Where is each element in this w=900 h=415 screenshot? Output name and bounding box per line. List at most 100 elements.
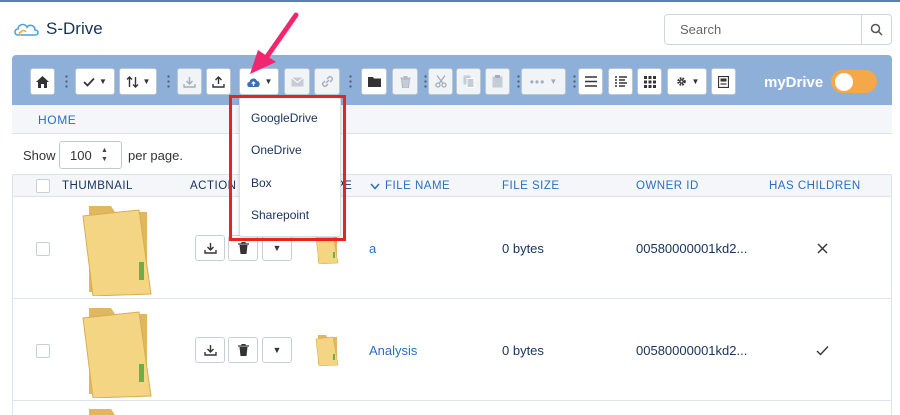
link-button[interactable] (314, 68, 340, 95)
toolbar-grip (65, 74, 68, 90)
show-label: Show (23, 148, 56, 163)
per-page-suffix: per page. (128, 148, 183, 163)
toolbar-grip (349, 74, 352, 90)
folder-type-icon (315, 335, 339, 366)
check-icon (83, 77, 95, 87)
home-button[interactable] (30, 68, 55, 95)
per-page-value: 100 (70, 148, 92, 163)
table-row[interactable]: ▼ a 0 bytes 00580000001kd2... (13, 197, 891, 299)
download-icon (203, 345, 217, 356)
search-box (664, 14, 892, 45)
toolbar-grip (517, 74, 520, 90)
stepper-arrows-icon[interactable]: ▲ ▼ (101, 146, 108, 164)
file-name-link[interactable]: a (369, 241, 376, 256)
breadcrumb: HOME (12, 105, 892, 134)
copy-icon (463, 75, 474, 88)
clipboard-icon (492, 75, 503, 88)
table-header: THUMBNAIL ACTION PE FILE NAME FILE SIZE … (13, 174, 891, 197)
folder-thumbnail-icon (89, 409, 115, 415)
chevron-down-icon: ▼ (272, 242, 282, 253)
chevron-down-icon: ▼ (272, 344, 282, 355)
annotation-arrow-icon (250, 12, 299, 74)
new-folder-button[interactable] (361, 68, 387, 95)
owner-id: 00580000001kd2... (636, 241, 748, 256)
download-icon (203, 243, 217, 254)
app-title: S-Drive (46, 19, 103, 38)
preview-button[interactable] (711, 68, 736, 95)
folder-thumbnail-icon (82, 206, 152, 296)
chevron-down-icon: ▼ (549, 76, 558, 86)
chevron-down-icon: ▼ (142, 76, 151, 86)
copy-button[interactable] (456, 68, 481, 95)
table-row[interactable] (13, 401, 891, 415)
mydrive-label: myDrive (764, 74, 824, 91)
download-icon (183, 76, 196, 88)
col-thumbnail: THUMBNAIL (62, 180, 133, 192)
cloud-logo-icon (14, 23, 39, 36)
breadcrumb-home[interactable]: HOME (38, 113, 76, 127)
list-view-button[interactable] (578, 68, 603, 95)
toolbar-grip (167, 74, 170, 90)
folder-icon (367, 77, 381, 87)
row-checkbox[interactable] (36, 344, 50, 358)
sort-menu-button[interactable]: ▼ (119, 68, 157, 95)
check-icon (816, 346, 829, 356)
search-icon (870, 23, 883, 36)
select-menu-button[interactable]: ▼ (75, 68, 115, 95)
mydrive-toggle[interactable] (831, 70, 877, 93)
grid-icon (643, 75, 656, 88)
col-file-name[interactable]: FILE NAME (385, 180, 450, 192)
table-row[interactable]: ▼ Analysis 0 bytes 00580000001kd2... (13, 299, 891, 401)
envelope-icon (290, 76, 304, 86)
paste-button[interactable] (485, 68, 510, 95)
delete-button[interactable] (392, 68, 418, 95)
row-menu-button[interactable]: ▼ (262, 337, 292, 363)
more-actions-button[interactable]: ••• ▼ (521, 68, 566, 95)
scissors-icon (434, 75, 447, 88)
per-page-select[interactable]: 100 ▲ ▼ (59, 141, 122, 169)
select-all-checkbox[interactable] (36, 179, 50, 193)
toolbar: ▼ ▼ ▼ ••• ▼ ▼ myDrive (12, 55, 892, 105)
toolbar-grip (424, 74, 427, 90)
toolbar-grip (573, 74, 576, 90)
trash-icon (237, 344, 249, 356)
file-name-link[interactable]: Analysis (369, 343, 417, 358)
chevron-down-icon: ▼ (691, 76, 700, 86)
cloud-upload-icon (246, 77, 260, 87)
sort-desc-icon (370, 183, 380, 190)
search-button[interactable] (861, 15, 891, 44)
preview-icon (718, 75, 729, 88)
file-size: 0 bytes (502, 343, 544, 358)
detail-view-button[interactable] (608, 68, 633, 95)
settings-menu-button[interactable]: ▼ (667, 68, 707, 95)
detail-list-icon (614, 76, 627, 87)
more-icon: ••• (529, 74, 546, 89)
folder-thumbnail-icon (82, 308, 152, 398)
home-icon (36, 75, 49, 88)
chevron-down-icon: ▼ (99, 76, 107, 86)
owner-id: 00580000001kd2... (636, 343, 748, 358)
toggle-knob (835, 73, 853, 91)
col-file-size[interactable]: FILE SIZE (502, 180, 560, 192)
delete-button[interactable] (228, 337, 258, 363)
file-size: 0 bytes (502, 241, 544, 256)
sort-icon (126, 75, 139, 88)
download-button[interactable] (195, 337, 225, 363)
row-checkbox[interactable] (36, 242, 50, 256)
app-header: S-Drive (0, 2, 900, 56)
upload-button[interactable] (206, 68, 231, 95)
upload-icon (212, 75, 225, 88)
trash-icon (237, 242, 249, 254)
grid-view-button[interactable] (637, 68, 662, 95)
gear-icon (676, 77, 686, 86)
col-owner-id[interactable]: OWNER ID (636, 180, 699, 192)
list-icon (584, 76, 597, 87)
search-input[interactable] (665, 15, 862, 44)
x-icon (817, 243, 828, 254)
download-button[interactable] (177, 68, 202, 95)
paging-bar: Show 100 ▲ ▼ per page. (12, 134, 892, 174)
cut-button[interactable] (428, 68, 453, 95)
annotation-highlight-box (229, 95, 346, 241)
download-button[interactable] (195, 235, 225, 261)
col-has-children[interactable]: HAS CHILDREN (769, 180, 861, 192)
